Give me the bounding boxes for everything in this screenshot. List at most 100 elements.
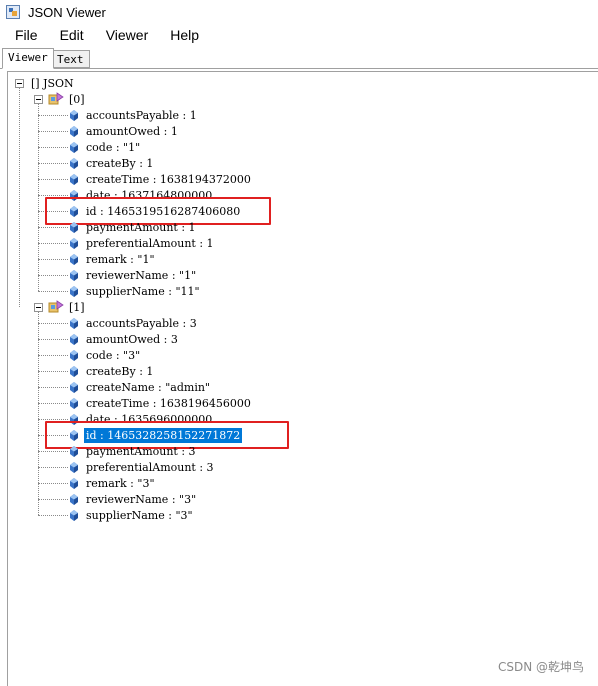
tree-connector <box>38 227 68 228</box>
tree-connector <box>38 243 68 244</box>
object-icon <box>48 300 64 314</box>
tree-node-field[interactable]: remark : "3" <box>70 475 157 491</box>
tree-node-field[interactable]: createTime : 1638196456000 <box>70 395 253 411</box>
tree-guide <box>38 104 39 291</box>
tree-node-field[interactable]: createBy : 1 <box>70 363 155 379</box>
tree-node-field[interactable]: code : "1" <box>70 139 142 155</box>
tree-connector <box>38 147 68 148</box>
tree-node-field[interactable]: accountsPayable : 1 <box>70 107 199 123</box>
tree-node-field[interactable]: reviewerName : "1" <box>70 267 198 283</box>
tree-node-label: preferentialAmount : 3 <box>86 460 214 474</box>
menu-edit[interactable]: Edit <box>52 24 92 46</box>
window-title: JSON Viewer <box>28 4 106 20</box>
object-icon <box>48 92 64 106</box>
title-bar: JSON Viewer <box>0 0 598 24</box>
tree-connector <box>38 195 68 196</box>
tree-node-root[interactable]: [] JSON <box>29 75 76 91</box>
value-icon <box>70 222 78 233</box>
tree-node-field[interactable]: createName : "admin" <box>70 379 212 395</box>
tree-node-label: [1] <box>69 300 85 314</box>
tree-node-label: [] JSON <box>31 76 74 90</box>
tree-node-field[interactable]: createBy : 1 <box>70 155 155 171</box>
tree-node-label: createName : "admin" <box>86 380 210 394</box>
tree-connector <box>38 163 68 164</box>
item-expander[interactable] <box>34 303 43 312</box>
tree-node-field[interactable]: supplierName : "3" <box>70 507 195 523</box>
tree-node-field[interactable]: reviewerName : "3" <box>70 491 198 507</box>
value-icon <box>70 382 78 393</box>
tree-node-label: [0] <box>69 92 85 106</box>
tree-node-label: createBy : 1 <box>86 156 154 170</box>
tree-node-field[interactable]: amountOwed : 3 <box>70 331 180 347</box>
value-icon <box>70 238 78 249</box>
value-icon <box>70 334 78 345</box>
menu-bar: File Edit Viewer Help <box>0 24 598 46</box>
item-expander[interactable] <box>34 95 43 104</box>
tree-node-label: preferentialAmount : 1 <box>86 236 214 250</box>
value-icon <box>70 366 78 377</box>
value-icon <box>70 110 78 121</box>
value-icon <box>70 350 78 361</box>
tree-node-field[interactable]: supplierName : "11" <box>70 283 202 299</box>
tree-node-label: reviewerName : "1" <box>86 268 197 282</box>
tree-node-field[interactable]: createTime : 1638194372000 <box>70 171 253 187</box>
value-icon <box>70 510 78 521</box>
value-icon <box>70 126 78 137</box>
tree-node-field[interactable]: preferentialAmount : 3 <box>70 459 216 475</box>
root-expander[interactable] <box>15 79 24 88</box>
tree-node-label: code : "3" <box>86 348 141 362</box>
tree-connector <box>38 291 68 292</box>
tree-node-field[interactable]: paymentAmount : 3 <box>70 443 198 459</box>
tree-node-field[interactable]: remark : "1" <box>70 251 157 267</box>
tree-connector <box>38 275 68 276</box>
tree-node-field[interactable]: amountOwed : 1 <box>70 123 180 139</box>
tree-connector <box>38 355 68 356</box>
value-icon <box>70 318 78 329</box>
tree-node-label: supplierName : "3" <box>86 508 193 522</box>
tree-connector <box>38 467 68 468</box>
tree-connector <box>38 403 68 404</box>
tree-connector <box>38 419 68 420</box>
tree-connector <box>38 371 68 372</box>
tree-node-label: paymentAmount : 1 <box>86 220 196 234</box>
value-icon <box>70 478 78 489</box>
menu-file[interactable]: File <box>7 24 46 46</box>
tree-node-label: code : "1" <box>86 140 141 154</box>
tree-node-label: supplierName : "11" <box>86 284 200 298</box>
value-icon <box>70 494 78 505</box>
value-icon <box>70 142 78 153</box>
watermark: CSDN @乾坤鸟 <box>497 660 584 674</box>
tree-connector <box>38 387 68 388</box>
json-tree-view[interactable]: [] JSON [0] accountsPayable : 1 amountOwed … <box>7 71 598 686</box>
tab-strip: Text Viewer <box>0 48 598 69</box>
tree-node-field[interactable]: accountsPayable : 3 <box>70 315 199 331</box>
app-icon <box>6 5 20 19</box>
tree-connector <box>38 179 68 180</box>
tree-guide <box>19 88 20 307</box>
tab-viewer[interactable]: Viewer <box>2 48 54 69</box>
tree-node-label: createTime : 1638196456000 <box>86 396 251 410</box>
menu-viewer[interactable]: Viewer <box>98 24 157 46</box>
tree-node-field[interactable]: preferentialAmount : 1 <box>70 235 216 251</box>
tree-node-label: reviewerName : "3" <box>86 492 197 506</box>
value-icon <box>70 462 78 473</box>
tree-node-field[interactable]: paymentAmount : 1 <box>70 219 198 235</box>
tree-node-label: createBy : 1 <box>86 364 154 378</box>
tree-guide <box>38 312 39 515</box>
tree-connector <box>38 339 68 340</box>
tree-node-label: accountsPayable : 1 <box>86 108 197 122</box>
menu-help[interactable]: Help <box>162 24 207 46</box>
tree-connector <box>38 483 68 484</box>
tree-node-object[interactable]: [1] <box>48 299 87 315</box>
tree-node-object[interactable]: [0] <box>48 91 87 107</box>
value-icon <box>70 286 78 297</box>
tab-text[interactable]: Text <box>51 50 90 68</box>
tree-connector <box>38 451 68 452</box>
tree-node-label: amountOwed : 3 <box>86 332 178 346</box>
tree-node-label: remark : "3" <box>86 476 155 490</box>
tree-node-label: amountOwed : 1 <box>86 124 178 138</box>
tree-node-field[interactable]: code : "3" <box>70 347 142 363</box>
value-icon <box>70 254 78 265</box>
tree-connector <box>38 259 68 260</box>
tree-connector <box>38 131 68 132</box>
